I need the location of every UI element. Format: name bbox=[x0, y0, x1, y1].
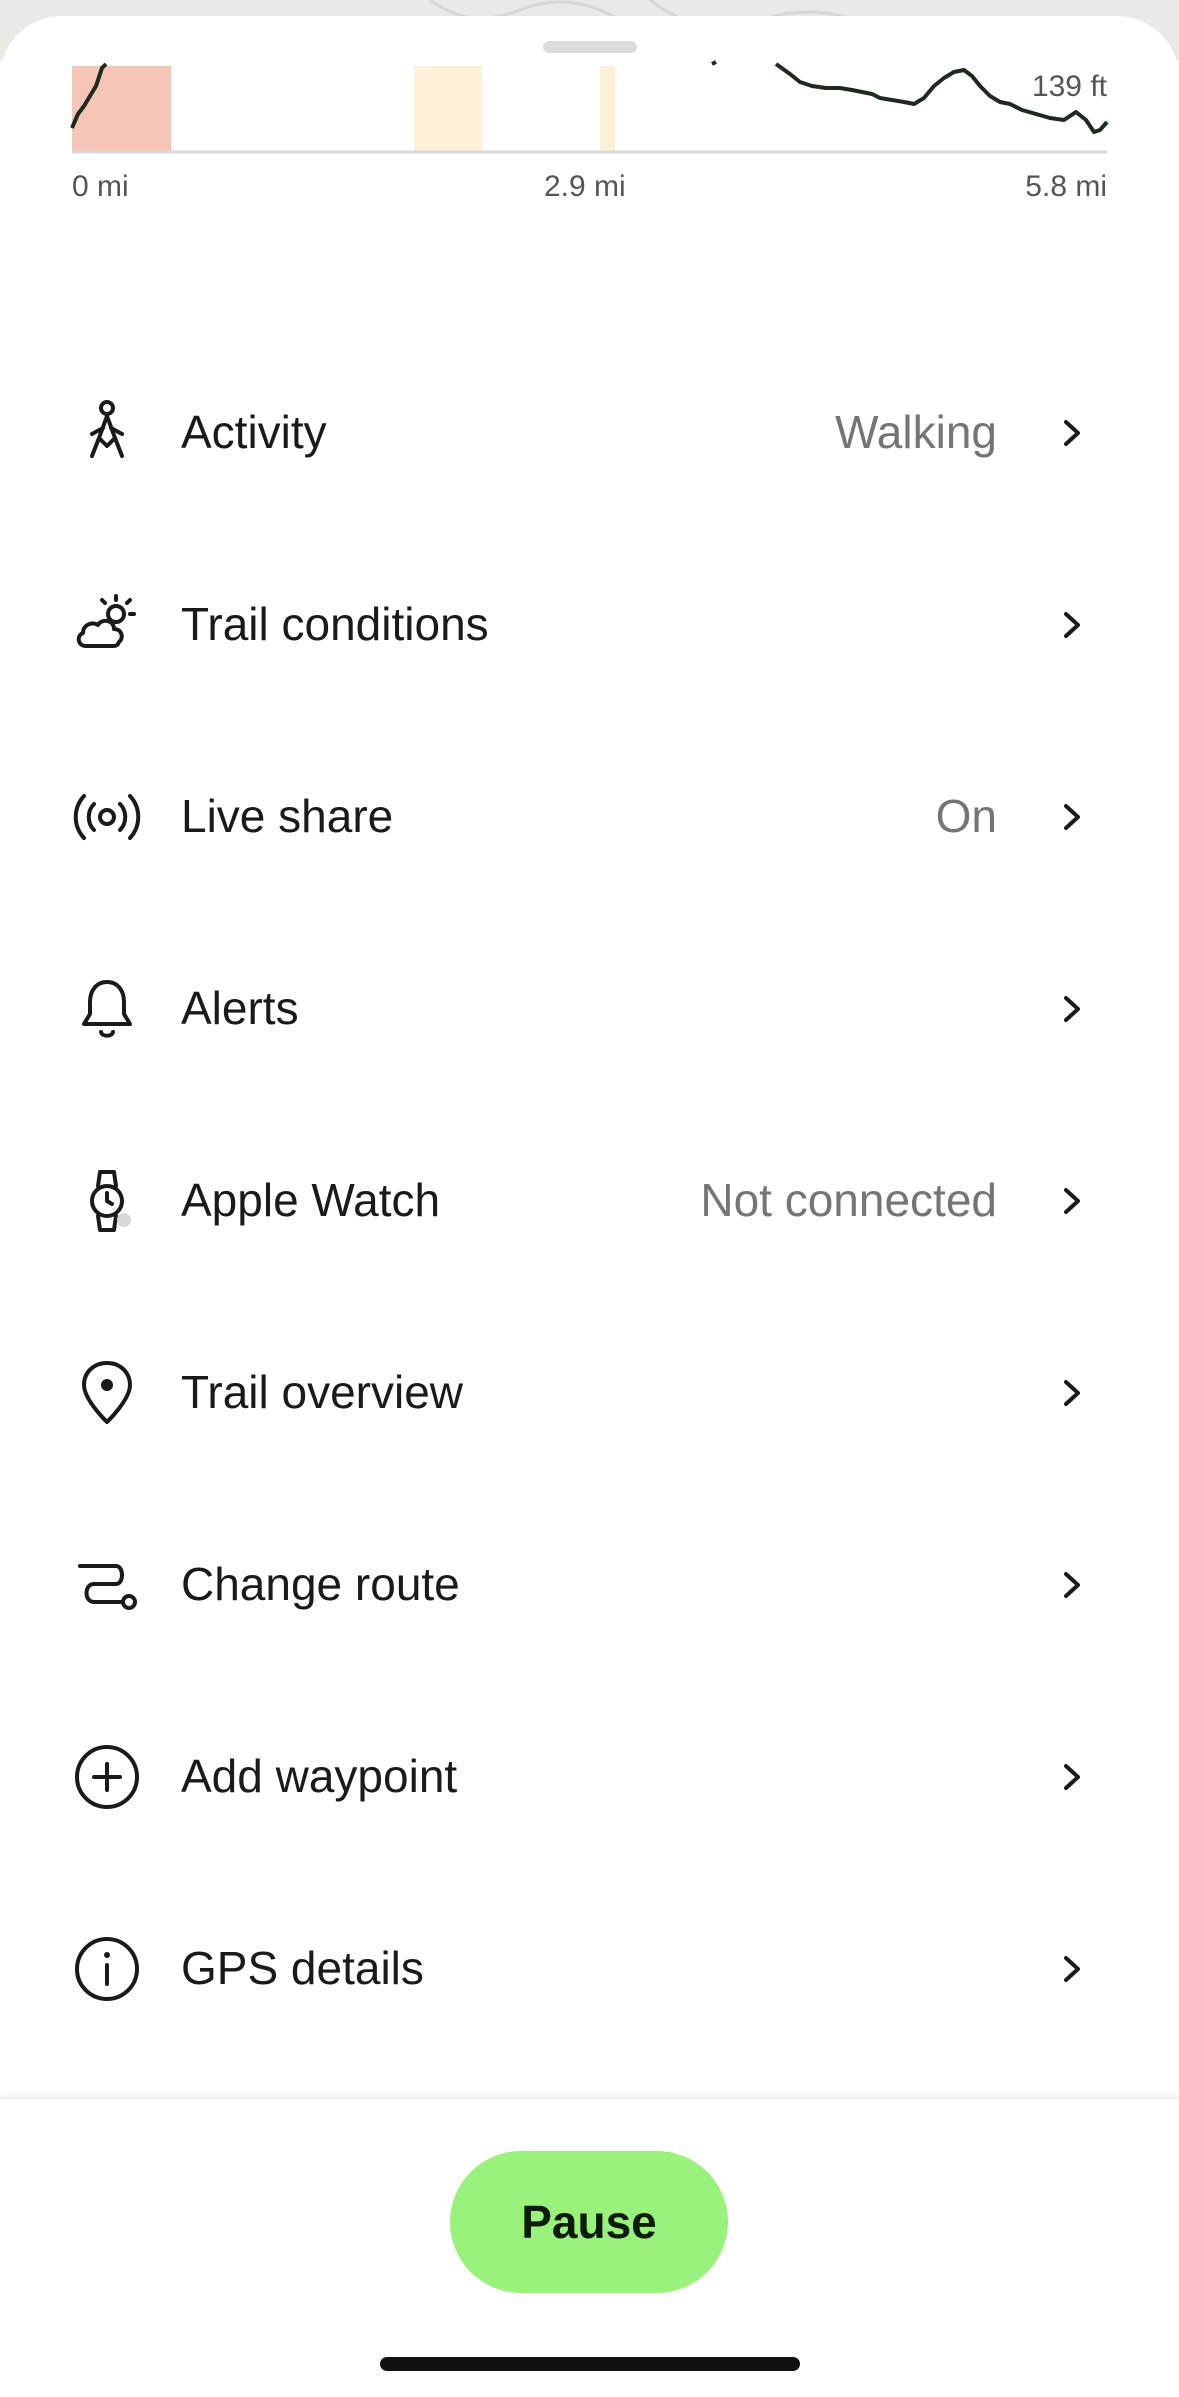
menu-item-value: On bbox=[935, 790, 997, 842]
bottom-action-bar: Pause bbox=[0, 2098, 1179, 2397]
distance-end-label: 5.8 mi bbox=[1025, 170, 1107, 203]
chevron-right-icon bbox=[1056, 992, 1086, 1026]
walking-person-icon bbox=[72, 398, 142, 468]
menu-item-value: Not connected bbox=[700, 1174, 997, 1226]
moderate-grade-band bbox=[414, 66, 482, 152]
chevron-right-icon bbox=[1056, 1184, 1086, 1218]
menu-item-label: Alerts bbox=[181, 982, 299, 1034]
chevron-right-icon bbox=[1056, 1568, 1086, 1602]
menu-item-alerts[interactable]: Alerts bbox=[0, 912, 1179, 1104]
menu-item-label: Trail overview bbox=[181, 1366, 464, 1418]
menu-item-live-share[interactable]: Live share On bbox=[0, 720, 1179, 912]
chevron-right-icon bbox=[1056, 1376, 1086, 1410]
elevation-max-label: 139 ft bbox=[1031, 70, 1107, 103]
map-pin-icon bbox=[72, 1358, 142, 1428]
watch-icon bbox=[72, 1166, 142, 1236]
menu-item-change-route[interactable]: Change route bbox=[0, 1488, 1179, 1680]
elevation-profile-line bbox=[711, 60, 717, 66]
distance-start-label: 0 mi bbox=[72, 170, 129, 203]
steep-grade-band bbox=[72, 66, 171, 152]
home-indicator bbox=[380, 2357, 800, 2371]
route-icon bbox=[72, 1550, 142, 1620]
plus-circle-icon bbox=[72, 1742, 142, 1812]
pause-button[interactable]: Pause bbox=[450, 2151, 728, 2293]
menu-item-activity[interactable]: Activity Walking bbox=[0, 336, 1179, 528]
menu-item-label: Trail conditions bbox=[181, 598, 489, 650]
chevron-right-icon bbox=[1056, 608, 1086, 642]
chevron-right-icon bbox=[1056, 800, 1086, 834]
partly-cloudy-icon bbox=[72, 590, 142, 660]
menu-item-add-waypoint[interactable]: Add waypoint bbox=[0, 1680, 1179, 1872]
chevron-right-icon bbox=[1056, 1952, 1086, 1986]
broadcast-icon bbox=[72, 782, 142, 852]
menu-item-label: Change route bbox=[181, 1558, 460, 1610]
info-circle-icon bbox=[72, 1934, 142, 2004]
chevron-right-icon bbox=[1056, 1760, 1086, 1794]
menu-item-label: Add waypoint bbox=[181, 1750, 458, 1802]
moderate-grade-band bbox=[600, 66, 615, 152]
tracking-menu: Activity Walking Trail conditions Live s… bbox=[0, 336, 1179, 2064]
menu-item-value: Walking bbox=[835, 406, 997, 458]
distance-mid-label: 2.9 mi bbox=[544, 170, 626, 203]
elevation-chart: 139 ft 0 mi 2.9 mi 5.8 mi bbox=[0, 16, 1179, 216]
chevron-right-icon bbox=[1056, 416, 1086, 450]
menu-item-apple-watch[interactable]: Apple Watch Not connected bbox=[0, 1104, 1179, 1296]
menu-item-label: Live share bbox=[181, 790, 394, 842]
menu-item-gps-details[interactable]: GPS details bbox=[0, 1872, 1179, 2064]
bell-icon bbox=[72, 974, 142, 1044]
menu-item-label: Activity bbox=[181, 406, 327, 458]
menu-item-trail-conditions[interactable]: Trail conditions bbox=[0, 528, 1179, 720]
menu-item-label: Apple Watch bbox=[181, 1174, 441, 1226]
menu-item-trail-overview[interactable]: Trail overview bbox=[0, 1296, 1179, 1488]
menu-item-label: GPS details bbox=[181, 1942, 424, 1994]
